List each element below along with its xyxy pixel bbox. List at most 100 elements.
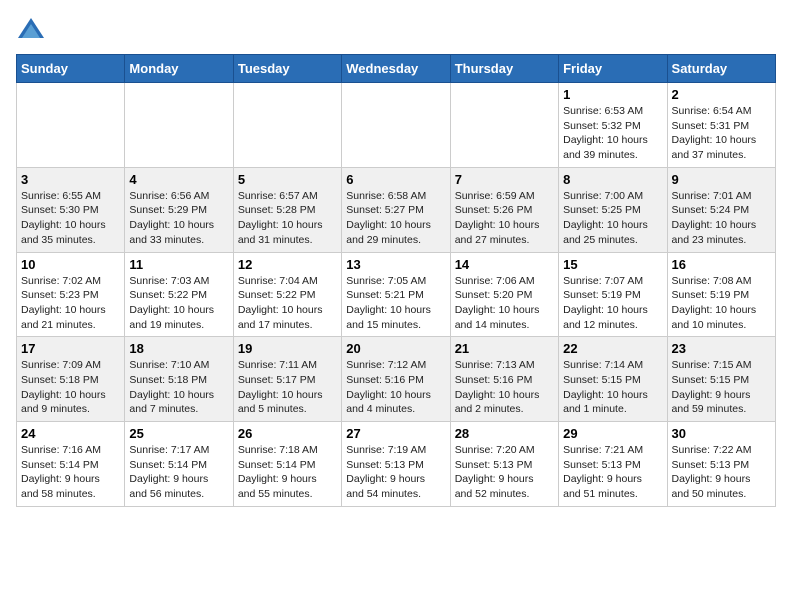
day-cell-2: 2 Sunrise: 6:54 AM Sunset: 5:31 PM Daylig… (667, 83, 775, 168)
day-number: 19 (238, 341, 337, 356)
day-cell-10: 10 Sunrise: 7:02 AM Sunset: 5:23 PM Dayli… (17, 252, 125, 337)
day-number: 24 (21, 426, 120, 441)
day-info: Sunrise: 7:01 AM Sunset: 5:24 PM Dayligh… (672, 189, 771, 248)
day-info: Sunrise: 7:11 AM Sunset: 5:17 PM Dayligh… (238, 358, 337, 417)
day-cell-17: 17 Sunrise: 7:09 AM Sunset: 5:18 PM Dayli… (17, 337, 125, 422)
week-row-4: 17 Sunrise: 7:09 AM Sunset: 5:18 PM Dayli… (17, 337, 776, 422)
day-number: 27 (346, 426, 445, 441)
day-info: Sunrise: 7:20 AM Sunset: 5:13 PM Dayligh… (455, 443, 554, 502)
weekday-header-sunday: Sunday (17, 55, 125, 83)
day-number: 12 (238, 257, 337, 272)
day-info: Sunrise: 7:17 AM Sunset: 5:14 PM Dayligh… (129, 443, 228, 502)
day-number: 30 (672, 426, 771, 441)
day-info: Sunrise: 7:02 AM Sunset: 5:23 PM Dayligh… (21, 274, 120, 333)
day-cell-8: 8 Sunrise: 7:00 AM Sunset: 5:25 PM Daylig… (559, 167, 667, 252)
logo (16, 16, 50, 44)
weekday-header-tuesday: Tuesday (233, 55, 341, 83)
day-cell-30: 30 Sunrise: 7:22 AM Sunset: 5:13 PM Dayli… (667, 422, 775, 507)
day-info: Sunrise: 6:53 AM Sunset: 5:32 PM Dayligh… (563, 104, 662, 163)
calendar: SundayMondayTuesdayWednesdayThursdayFrid… (16, 54, 776, 507)
day-info: Sunrise: 6:54 AM Sunset: 5:31 PM Dayligh… (672, 104, 771, 163)
day-number: 23 (672, 341, 771, 356)
day-info: Sunrise: 7:00 AM Sunset: 5:25 PM Dayligh… (563, 189, 662, 248)
weekday-header-wednesday: Wednesday (342, 55, 450, 83)
day-number: 21 (455, 341, 554, 356)
day-info: Sunrise: 7:12 AM Sunset: 5:16 PM Dayligh… (346, 358, 445, 417)
day-number: 10 (21, 257, 120, 272)
empty-cell (450, 83, 558, 168)
day-info: Sunrise: 6:59 AM Sunset: 5:26 PM Dayligh… (455, 189, 554, 248)
day-info: Sunrise: 7:13 AM Sunset: 5:16 PM Dayligh… (455, 358, 554, 417)
day-number: 26 (238, 426, 337, 441)
day-info: Sunrise: 7:03 AM Sunset: 5:22 PM Dayligh… (129, 274, 228, 333)
empty-cell (125, 83, 233, 168)
day-cell-6: 6 Sunrise: 6:58 AM Sunset: 5:27 PM Daylig… (342, 167, 450, 252)
week-row-1: 1 Sunrise: 6:53 AM Sunset: 5:32 PM Daylig… (17, 83, 776, 168)
day-cell-23: 23 Sunrise: 7:15 AM Sunset: 5:15 PM Dayli… (667, 337, 775, 422)
day-cell-5: 5 Sunrise: 6:57 AM Sunset: 5:28 PM Daylig… (233, 167, 341, 252)
day-cell-14: 14 Sunrise: 7:06 AM Sunset: 5:20 PM Dayli… (450, 252, 558, 337)
day-cell-13: 13Sunrise: 7:05 AM Sunset: 5:21 PM Dayli… (342, 252, 450, 337)
day-cell-3: 3Sunrise: 6:55 AM Sunset: 5:30 PM Daylig… (17, 167, 125, 252)
day-cell-22: 22 Sunrise: 7:14 AM Sunset: 5:15 PM Dayli… (559, 337, 667, 422)
day-info: Sunrise: 6:56 AM Sunset: 5:29 PM Dayligh… (129, 189, 228, 248)
day-number: 2 (672, 87, 771, 102)
week-row-5: 24 Sunrise: 7:16 AM Sunset: 5:14 PM Dayli… (17, 422, 776, 507)
day-info: Sunrise: 7:10 AM Sunset: 5:18 PM Dayligh… (129, 358, 228, 417)
day-number: 8 (563, 172, 662, 187)
day-number: 14 (455, 257, 554, 272)
day-info: Sunrise: 6:58 AM Sunset: 5:27 PM Dayligh… (346, 189, 445, 248)
day-cell-21: 21 Sunrise: 7:13 AM Sunset: 5:16 PM Dayli… (450, 337, 558, 422)
weekday-header-friday: Friday (559, 55, 667, 83)
day-number: 5 (238, 172, 337, 187)
weekday-header-thursday: Thursday (450, 55, 558, 83)
day-cell-19: 19 Sunrise: 7:11 AM Sunset: 5:17 PM Dayli… (233, 337, 341, 422)
day-number: 1 (563, 87, 662, 102)
week-row-3: 10 Sunrise: 7:02 AM Sunset: 5:23 PM Dayli… (17, 252, 776, 337)
day-info: Sunrise: 6:55 AM Sunset: 5:30 PM Dayligh… (21, 189, 120, 248)
day-cell-16: 16 Sunrise: 7:08 AM Sunset: 5:19 PM Dayli… (667, 252, 775, 337)
day-number: 18 (129, 341, 228, 356)
day-number: 4 (129, 172, 228, 187)
day-number: 16 (672, 257, 771, 272)
day-cell-26: 26 Sunrise: 7:18 AM Sunset: 5:14 PM Dayli… (233, 422, 341, 507)
day-info: Sunrise: 7:18 AM Sunset: 5:14 PM Dayligh… (238, 443, 337, 502)
day-number: 28 (455, 426, 554, 441)
day-info: Sunrise: 6:57 AM Sunset: 5:28 PM Dayligh… (238, 189, 337, 248)
day-info: Sunrise: 7:07 AM Sunset: 5:19 PM Dayligh… (563, 274, 662, 333)
header (16, 16, 776, 44)
day-cell-24: 24 Sunrise: 7:16 AM Sunset: 5:14 PM Dayli… (17, 422, 125, 507)
day-cell-29: 29Sunrise: 7:21 AM Sunset: 5:13 PM Dayli… (559, 422, 667, 507)
day-info: Sunrise: 7:22 AM Sunset: 5:13 PM Dayligh… (672, 443, 771, 502)
day-info: Sunrise: 7:14 AM Sunset: 5:15 PM Dayligh… (563, 358, 662, 417)
day-info: Sunrise: 7:15 AM Sunset: 5:15 PM Dayligh… (672, 358, 771, 417)
day-cell-25: 25 Sunrise: 7:17 AM Sunset: 5:14 PM Dayli… (125, 422, 233, 507)
day-cell-1: 1 Sunrise: 6:53 AM Sunset: 5:32 PM Daylig… (559, 83, 667, 168)
day-info: Sunrise: 7:08 AM Sunset: 5:19 PM Dayligh… (672, 274, 771, 333)
day-cell-4: 4 Sunrise: 6:56 AM Sunset: 5:29 PM Daylig… (125, 167, 233, 252)
weekday-header-saturday: Saturday (667, 55, 775, 83)
day-info: Sunrise: 7:06 AM Sunset: 5:20 PM Dayligh… (455, 274, 554, 333)
empty-cell (17, 83, 125, 168)
day-cell-18: 18 Sunrise: 7:10 AM Sunset: 5:18 PM Dayli… (125, 337, 233, 422)
day-number: 17 (21, 341, 120, 356)
day-info: Sunrise: 7:16 AM Sunset: 5:14 PM Dayligh… (21, 443, 120, 502)
day-info: Sunrise: 7:21 AM Sunset: 5:13 PM Dayligh… (563, 443, 662, 502)
day-cell-7: 7 Sunrise: 6:59 AM Sunset: 5:26 PM Daylig… (450, 167, 558, 252)
day-info: Sunrise: 7:04 AM Sunset: 5:22 PM Dayligh… (238, 274, 337, 333)
empty-cell (342, 83, 450, 168)
day-number: 7 (455, 172, 554, 187)
day-number: 11 (129, 257, 228, 272)
weekday-header-row: SundayMondayTuesdayWednesdayThursdayFrid… (17, 55, 776, 83)
day-cell-27: 27 Sunrise: 7:19 AM Sunset: 5:13 PM Dayli… (342, 422, 450, 507)
day-number: 22 (563, 341, 662, 356)
day-cell-15: 15Sunrise: 7:07 AM Sunset: 5:19 PM Dayli… (559, 252, 667, 337)
day-number: 6 (346, 172, 445, 187)
day-number: 25 (129, 426, 228, 441)
day-cell-11: 11 Sunrise: 7:03 AM Sunset: 5:22 PM Dayli… (125, 252, 233, 337)
empty-cell (233, 83, 341, 168)
day-number: 20 (346, 341, 445, 356)
day-info: Sunrise: 7:09 AM Sunset: 5:18 PM Dayligh… (21, 358, 120, 417)
day-cell-12: 12 Sunrise: 7:04 AM Sunset: 5:22 PM Dayli… (233, 252, 341, 337)
day-info: Sunrise: 7:19 AM Sunset: 5:13 PM Dayligh… (346, 443, 445, 502)
